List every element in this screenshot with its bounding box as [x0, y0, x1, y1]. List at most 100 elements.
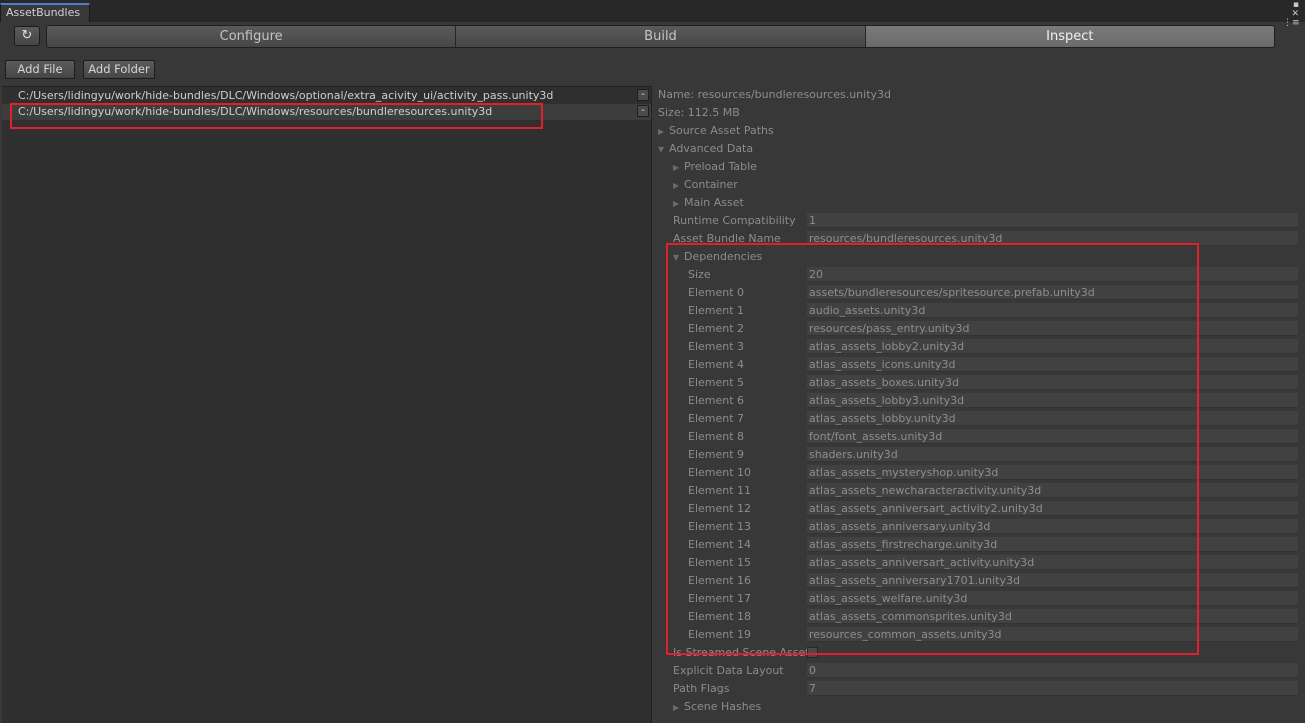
dependency-element-field[interactable]: resources_common_assets.unity3d	[807, 627, 1298, 642]
maximize-icon[interactable]: ▪ ✕	[1283, 1, 1299, 19]
container-foldout[interactable]: ▶ Container	[673, 177, 738, 193]
dependency-element-field[interactable]: atlas_assets_commonsprites.unity3d	[807, 609, 1298, 624]
dependency-element-row: Element 4 atlas_assets_icons.unity3d	[688, 357, 1299, 373]
inspector-panel: Name: resources/bundleresources.unity3d …	[652, 86, 1305, 722]
dependency-element-field[interactable]: resources/pass_entry.unity3d	[807, 321, 1298, 336]
dependency-element-field[interactable]: atlas_assets_lobby2.unity3d	[807, 339, 1298, 354]
dependency-element-label: Element 18	[688, 610, 752, 623]
dependency-element-field[interactable]: atlas_assets_welfare.unity3d	[807, 591, 1298, 606]
foldout-closed-icon: ▶	[673, 181, 680, 190]
dependency-element-field[interactable]: atlas_assets_firstrecharge.unity3d	[807, 537, 1298, 552]
dependency-element-label: Element 8	[688, 430, 745, 443]
dependency-element-label: Element 4	[688, 358, 745, 371]
dependency-element-row: Element 16 atlas_assets_anniversary1701.u…	[688, 573, 1299, 589]
dependency-element-label: Element 14	[688, 538, 752, 551]
field-label: Asset Bundle Name	[673, 232, 781, 245]
refresh-button[interactable]: ↻	[14, 26, 40, 46]
dependency-element-row: Element 1 audio_assets.unity3d	[688, 303, 1299, 319]
remove-bundle-button[interactable]: -	[637, 105, 649, 117]
advanced-data-foldout[interactable]: ▼ Advanced Data	[658, 141, 753, 157]
dependency-element-field[interactable]: atlas_assets_icons.unity3d	[807, 357, 1298, 372]
dependencies-size-row: Size 20	[688, 267, 1299, 283]
asset-bundle-name-field[interactable]: resources/bundleresources.unity3d	[807, 231, 1298, 246]
dependency-element-field[interactable]: atlas_assets_boxes.unity3d	[807, 375, 1298, 390]
dependency-element-label: Element 0	[688, 286, 745, 299]
explicit-data-layout-field[interactable]: 0	[807, 663, 1298, 678]
dependency-element-field[interactable]: atlas_assets_anniversary1701.unity3d	[807, 573, 1298, 588]
main-asset-foldout[interactable]: ▶ Main Asset	[673, 195, 744, 211]
dependency-element-field[interactable]: shaders.unity3d	[807, 447, 1298, 462]
streamed-scene-row: Is Streamed Scene AssetBundle	[673, 645, 1299, 661]
tab-build[interactable]: Build	[456, 26, 866, 47]
foldout-closed-icon: ▶	[673, 199, 680, 208]
tab-configure[interactable]: Configure	[47, 26, 457, 47]
bundle-list-item-selected[interactable]: C:/Users/lidingyu/work/hide-bundles/DLC/…	[2, 104, 651, 120]
dependency-element-row: Element 3 atlas_assets_lobby2.unity3d	[688, 339, 1299, 355]
dependency-element-row: Element 12 atlas_assets_anniversart_activ…	[688, 501, 1299, 517]
add-file-button[interactable]: Add File	[5, 60, 75, 79]
dependency-element-field[interactable]: atlas_assets_newcharacteractivity.unity3…	[807, 483, 1298, 498]
dependency-element-field[interactable]: atlas_assets_lobby.unity3d	[807, 411, 1298, 426]
dependency-element-row: Element 0 assets/bundleresources/spriteso…	[688, 285, 1299, 301]
bundle-path: C:/Users/lidingyu/work/hide-bundles/DLC/…	[18, 89, 554, 102]
dependency-element-label: Element 7	[688, 412, 745, 425]
dependency-element-row: Element 2 resources/pass_entry.unity3d	[688, 321, 1299, 337]
remove-bundle-button[interactable]: -	[637, 89, 649, 101]
dependency-element-field[interactable]: atlas_assets_anniversart_activity2.unity…	[807, 501, 1298, 516]
window-tab-strip: AssetBundles ▪ ✕ ⋮≡	[0, 0, 1305, 28]
add-folder-button[interactable]: Add Folder	[83, 60, 155, 79]
dependency-element-label: Element 10	[688, 466, 752, 479]
field-label: Explicit Data Layout	[673, 664, 784, 677]
dependency-element-field[interactable]: audio_assets.unity3d	[807, 303, 1298, 318]
dependencies-size-field[interactable]: 20	[807, 267, 1298, 282]
foldout-closed-icon: ▶	[658, 127, 665, 136]
dependency-element-label: Element 3	[688, 340, 745, 353]
streamed-scene-checkbox[interactable]	[807, 647, 818, 658]
dependency-element-row: Element 7 atlas_assets_lobby.unity3d	[688, 411, 1299, 427]
dependency-element-field[interactable]: atlas_assets_mysteryshop.unity3d	[807, 465, 1298, 480]
dependency-element-label: Element 2	[688, 322, 745, 335]
bundle-name-readout: Name: resources/bundleresources.unity3d	[658, 88, 892, 101]
dependency-element-row: Element 17 atlas_assets_welfare.unity3d	[688, 591, 1299, 607]
dependency-element-label: Element 11	[688, 484, 752, 497]
explicit-data-layout-row: Explicit Data Layout 0	[673, 663, 1299, 679]
dependency-element-row: Element 19 resources_common_assets.unity3…	[688, 627, 1299, 643]
dependency-element-label: Element 6	[688, 394, 745, 407]
dependency-element-field[interactable]: assets/bundleresources/spritesource.pref…	[807, 285, 1298, 300]
dependencies-foldout[interactable]: ▼ Dependencies	[673, 249, 762, 265]
bundle-list-item[interactable]: C:/Users/lidingyu/work/hide-bundles/DLC/…	[2, 88, 651, 104]
dependency-element-row: Element 8 font/font_assets.unity3d	[688, 429, 1299, 445]
path-flags-row: Path Flags 7	[673, 681, 1299, 697]
refresh-icon: ↻	[21, 28, 33, 43]
bundle-size-readout: Size: 112.5 MB	[658, 106, 740, 119]
dependency-element-field[interactable]: atlas_assets_anniversary.unity3d	[807, 519, 1298, 534]
dependency-element-row: Element 15 atlas_assets_anniversart_activ…	[688, 555, 1299, 571]
menu-icon[interactable]: ⋮≡	[1283, 19, 1300, 28]
window-controls[interactable]: ▪ ✕ ⋮≡	[1283, 1, 1300, 28]
dependency-element-row: Element 6 atlas_assets_lobby3.unity3d	[688, 393, 1299, 409]
path-flags-field[interactable]: 7	[807, 681, 1298, 696]
source-asset-paths-foldout[interactable]: ▶ Source Asset Paths	[658, 123, 774, 139]
dependency-element-row: Element 13 atlas_assets_anniversary.unity…	[688, 519, 1299, 535]
bundle-list: C:/Users/lidingyu/work/hide-bundles/DLC/…	[2, 86, 652, 723]
dependency-element-field[interactable]: atlas_assets_anniversart_activity.unity3…	[807, 555, 1298, 570]
tab-inspect[interactable]: Inspect	[865, 26, 1274, 47]
runtime-compatibility-field[interactable]: 1	[807, 213, 1298, 228]
dependency-element-label: Element 19	[688, 628, 752, 641]
preload-table-foldout[interactable]: ▶ Preload Table	[673, 159, 757, 175]
field-label: Path Flags	[673, 682, 730, 695]
dependency-element-field[interactable]: font/font_assets.unity3d	[807, 429, 1298, 444]
bundle-path: C:/Users/lidingyu/work/hide-bundles/DLC/…	[18, 105, 493, 118]
foldout-closed-icon: ▶	[673, 163, 680, 172]
dependency-element-label: Element 16	[688, 574, 752, 587]
dependency-element-row: Element 14 atlas_assets_firstrecharge.uni…	[688, 537, 1299, 553]
foldout-closed-icon: ▶	[673, 703, 680, 712]
dependency-element-row: Element 9 shaders.unity3d	[688, 447, 1299, 463]
foldout-open-icon: ▼	[658, 145, 665, 154]
window-tab-assetbundles[interactable]: AssetBundles	[0, 3, 90, 22]
dependency-element-label: Element 5	[688, 376, 745, 389]
dependency-element-field[interactable]: atlas_assets_lobby3.unity3d	[807, 393, 1298, 408]
runtime-compatibility-row: Runtime Compatibility 1	[673, 213, 1299, 229]
scene-hashes-foldout[interactable]: ▶ Scene Hashes	[673, 699, 761, 715]
dependency-element-label: Element 9	[688, 448, 745, 461]
